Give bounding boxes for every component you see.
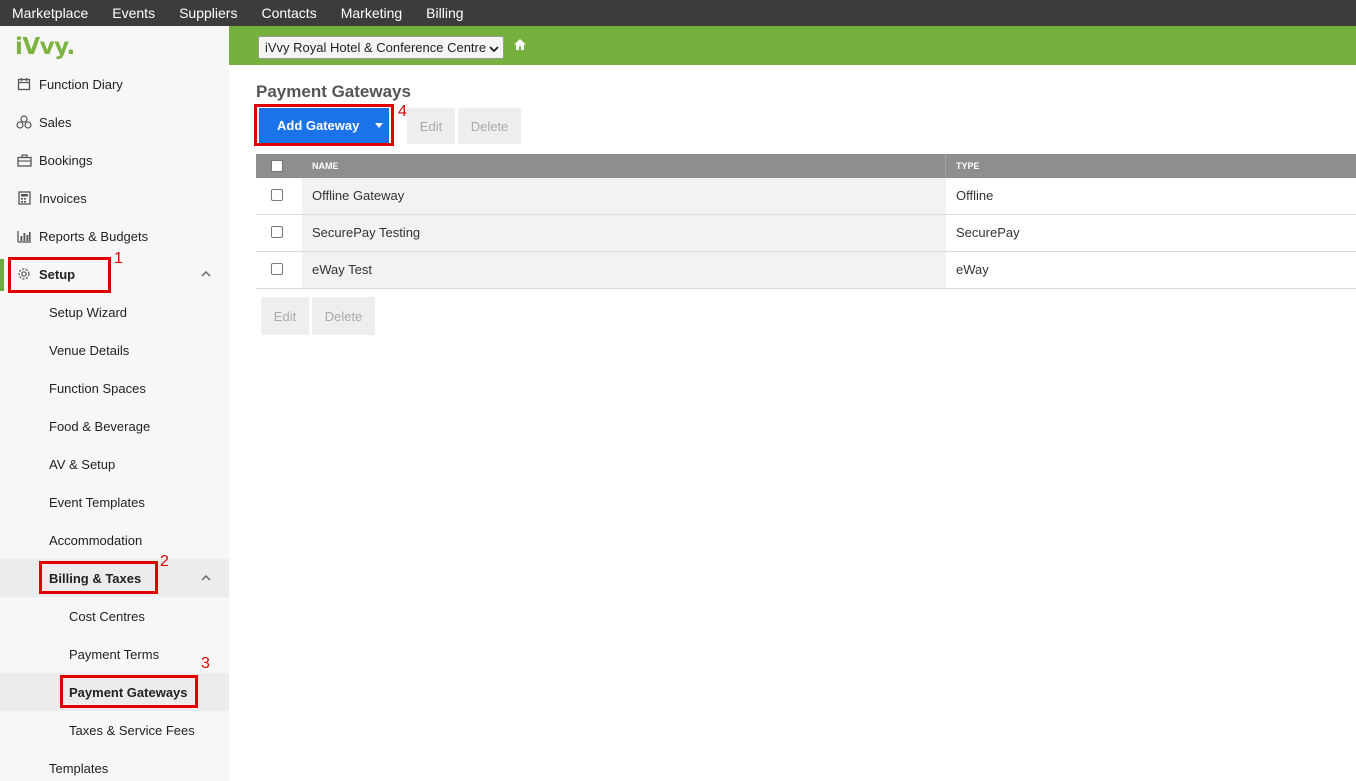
sidebar-item-label: Food & Beverage: [49, 418, 151, 434]
sidebar-item-invoices[interactable]: Invoices: [0, 179, 229, 217]
annotation-box-payment-gateways: [60, 675, 198, 708]
briefcase-icon: [16, 152, 32, 168]
delete-button-top[interactable]: Delete: [458, 108, 521, 144]
sidebar-item-event-templates[interactable]: Event Templates: [0, 483, 229, 521]
sidebar-item-function-spaces[interactable]: Function Spaces: [0, 369, 229, 407]
column-divider: [945, 154, 946, 178]
column-header-name: NAME: [312, 161, 339, 171]
home-icon[interactable]: [513, 38, 527, 51]
annotation-number: 2: [160, 553, 169, 570]
edit-button-bottom[interactable]: Edit: [261, 297, 309, 335]
gateway-type: eWay: [956, 262, 989, 277]
chevron-up-icon[interactable]: [201, 267, 211, 277]
annotation-number: 1: [114, 250, 123, 267]
annotation-box-billing: [39, 561, 158, 594]
column-header-type: TYPE: [956, 161, 980, 171]
nav-billing[interactable]: Billing: [414, 0, 475, 26]
annotation-number: 4: [398, 103, 407, 120]
annotation-number: 3: [201, 655, 210, 672]
sidebar-item-bookings[interactable]: Bookings: [0, 141, 229, 179]
sidebar-item-label: Payment Terms: [69, 646, 160, 662]
sidebar-item-setup-wizard[interactable]: Setup Wizard: [0, 293, 229, 331]
table-header: NAME TYPE: [256, 154, 1356, 178]
annotation-box-setup: [8, 257, 111, 293]
chevron-down-icon: [489, 42, 499, 53]
chevron-up-icon[interactable]: [201, 571, 211, 581]
edit-button-top[interactable]: Edit: [407, 108, 455, 144]
sidebar-item-label: Taxes & Service Fees: [69, 722, 195, 738]
table-row[interactable]: eWay Test eWay: [256, 252, 1356, 289]
sidebar-item-function-diary[interactable]: Function Diary: [0, 65, 229, 103]
sidebar-item-label: Function Spaces: [49, 380, 146, 396]
gateway-type: Offline: [956, 188, 994, 203]
nav-marketing[interactable]: Marketing: [329, 0, 414, 26]
sidebar-item-label: Venue Details: [49, 342, 130, 358]
logo[interactable]: iVvy.: [15, 34, 75, 60]
sidebar-item-label: Bookings: [39, 152, 93, 168]
sidebar-item-taxes-service-fees[interactable]: Taxes & Service Fees: [0, 711, 229, 749]
nav-marketplace[interactable]: Marketplace: [0, 0, 100, 26]
top-nav: Marketplace Events Suppliers Contacts Ma…: [0, 0, 1356, 26]
nav-contacts[interactable]: Contacts: [249, 0, 328, 26]
gateway-name: eWay Test: [312, 262, 372, 277]
sidebar-item-label: Reports & Budgets: [39, 228, 149, 244]
venue-header-bar: iVvy Royal Hotel & Conference Centre: [229, 26, 1356, 65]
venue-select-value: iVvy Royal Hotel & Conference Centre: [265, 40, 487, 55]
select-all-checkbox[interactable]: [271, 160, 283, 172]
bar-chart-icon: [16, 228, 32, 244]
sidebar-item-label: AV & Setup: [49, 456, 116, 472]
sidebar-item-templates[interactable]: Templates: [0, 749, 229, 781]
annotation-box-add-gateway: [254, 104, 394, 146]
sidebar-item-label: Invoices: [39, 190, 87, 206]
row-checkbox[interactable]: [271, 226, 283, 238]
sidebar-item-label: Event Templates: [49, 494, 145, 510]
sales-icon: [16, 114, 32, 130]
gateway-name: SecurePay Testing: [312, 225, 421, 240]
sidebar-item-venue-details[interactable]: Venue Details: [0, 331, 229, 369]
venue-select[interactable]: iVvy Royal Hotel & Conference Centre: [258, 36, 504, 59]
sidebar-item-cost-centres[interactable]: Cost Centres: [0, 597, 229, 635]
sidebar-item-label: Templates: [49, 760, 109, 776]
delete-button-bottom[interactable]: Delete: [312, 297, 375, 335]
sidebar-item-label: Setup Wizard: [49, 304, 128, 320]
row-checkbox[interactable]: [271, 263, 283, 275]
sidebar-item-sales[interactable]: Sales: [0, 103, 229, 141]
nav-events[interactable]: Events: [100, 0, 167, 26]
sidebar-item-label: Cost Centres: [69, 608, 145, 624]
page-title: Payment Gateways: [256, 82, 411, 101]
gateway-name: Offline Gateway: [312, 188, 405, 203]
sidebar-item-av-setup[interactable]: AV & Setup: [0, 445, 229, 483]
nav-suppliers[interactable]: Suppliers: [167, 0, 249, 26]
sidebar-item-label: Accommodation: [49, 532, 143, 548]
sidebar-item-label: Function Diary: [39, 76, 123, 92]
row-checkbox[interactable]: [271, 189, 283, 201]
sidebar: iVvy. Function Diary Sales Bookings Invo…: [0, 26, 229, 781]
sidebar-item-label: Sales: [39, 114, 72, 130]
sidebar-item-payment-terms[interactable]: Payment Terms: [0, 635, 229, 673]
sidebar-item-food-beverage[interactable]: Food & Beverage: [0, 407, 229, 445]
gateway-type: SecurePay: [956, 225, 1020, 240]
sidebar-item-accommodation[interactable]: Accommodation: [0, 521, 229, 559]
table-row[interactable]: SecurePay Testing SecurePay: [256, 215, 1356, 252]
calculator-icon: [16, 190, 32, 206]
gateways-table: NAME TYPE Offline Gateway Offline Secure…: [256, 154, 1356, 289]
table-row[interactable]: Offline Gateway Offline: [256, 178, 1356, 215]
calendar-icon: [16, 76, 32, 92]
